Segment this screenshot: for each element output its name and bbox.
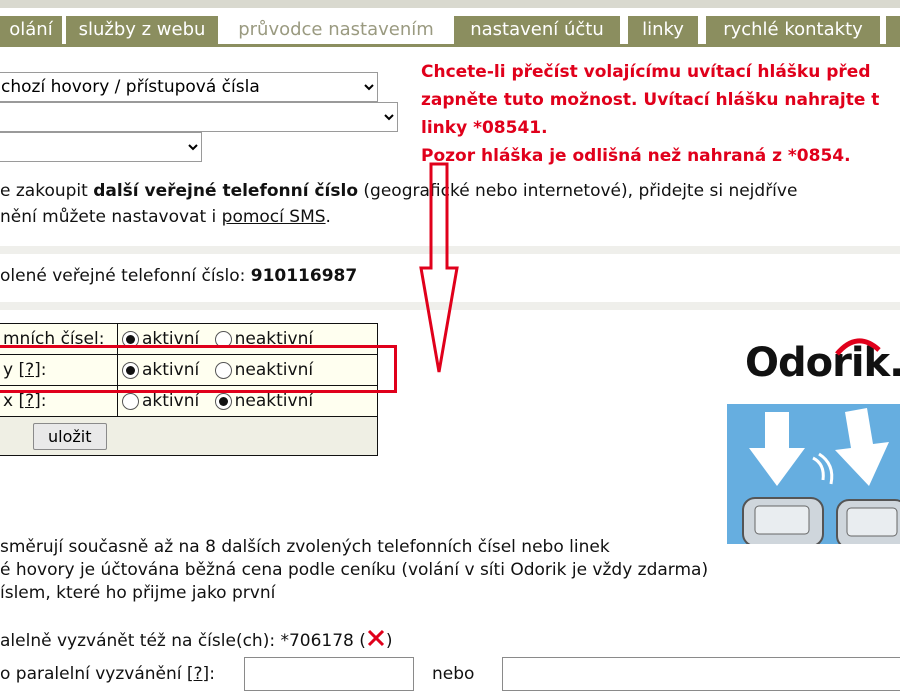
add-parallel-text: o paralelní vyzvánění (0, 664, 187, 684)
save-cell: uložit (0, 416, 378, 456)
or-label: nebo (432, 664, 475, 684)
notice-line-2: zapněte tuto možnost. Uvítací hlášku nah… (421, 90, 880, 110)
notice-line-4: Pozor hláška je odlišná než nahraná z *0… (421, 146, 851, 166)
info-line2-text: nění můžete nastavovat i (0, 207, 222, 227)
call-type-select[interactable]: chozí hovory / přístupová čísla (0, 72, 378, 102)
sms-link[interactable]: pomocí SMS (222, 207, 326, 227)
odorik-banner: Odorik.c (727, 322, 900, 544)
parallel-ringing-row: alelně vyzvánět též na čísle(ch): *70617… (0, 628, 393, 651)
parallel-line-input[interactable] (502, 657, 900, 691)
greeting-notice: Chcete-li přečíst volajícímu uvítací hlá… (421, 58, 900, 170)
phone-number-row: olené veřejné telefonní číslo: 910116987 (0, 266, 357, 286)
annotation-arrow-icon (419, 162, 459, 373)
tab-overflow[interactable] (886, 16, 900, 44)
radio-inactive[interactable] (214, 392, 232, 410)
tab-underline (0, 44, 900, 47)
notice-line-1: Chcete-li přečíst volajícímu uvítací hlá… (421, 62, 871, 82)
tertiary-select[interactable] (0, 132, 202, 162)
phone-number: 910116987 (250, 266, 358, 286)
tab-account-settings[interactable]: nastavení účtu (454, 16, 620, 44)
top-strip (0, 0, 900, 8)
tab-setup-wizard[interactable]: průvodce nastavením (224, 16, 448, 44)
parallel-label-end: ) (385, 631, 393, 651)
tab-lines[interactable]: linky (628, 16, 698, 44)
info-bold-text: další veřejné telefonní číslo (93, 181, 359, 201)
parallel-number-input[interactable] (244, 657, 414, 691)
info-line2-end: . (325, 207, 331, 227)
forwarding-description: směrují současně až na 8 dalších zvolený… (0, 536, 900, 605)
help-link[interactable]: [?] (187, 664, 209, 684)
tab-calls[interactable]: olání (0, 16, 62, 44)
option-label-text: x (3, 391, 19, 411)
radio-inactive-label: neaktivní (234, 391, 314, 411)
highlight-rectangle (0, 345, 397, 393)
top-nav: olání služby z webu průvodce nastavením … (0, 0, 900, 44)
description-line-1: směrují současně až na 8 dalších zvolený… (0, 537, 610, 557)
options-row-save: uložit (0, 416, 378, 456)
signal-arc-icon (835, 338, 881, 356)
option-label-suffix: : (40, 391, 47, 411)
description-line-3: íslem, které ho přijme jako první (0, 583, 276, 603)
radio-active[interactable] (122, 392, 139, 410)
add-parallel-label: o paralelní vyzvánění [?]: (0, 664, 215, 684)
help-link[interactable]: [?] (18, 391, 40, 411)
radio-active-label: aktivní (142, 391, 200, 411)
notice-line-3: linky *08541. (421, 118, 548, 138)
phones-illustration-icon (742, 408, 900, 544)
remove-number-icon[interactable] (366, 628, 386, 651)
tab-quick-contacts[interactable]: rychlé kontakty (706, 16, 880, 44)
save-button[interactable]: uložit (33, 422, 107, 450)
add-parallel-suffix: : (209, 664, 215, 684)
phone-label: olené veřejné telefonní číslo: (0, 266, 251, 286)
parallel-label: alelně vyzvánět též na čísle(ch): *70617… (0, 631, 366, 651)
info-text-start: e zakoupit (0, 181, 94, 201)
tab-web-services[interactable]: služby z webu (66, 16, 218, 44)
secondary-select[interactable] (0, 102, 398, 132)
description-line-2: é hovory je účtována běžná cena podle ce… (0, 560, 709, 580)
